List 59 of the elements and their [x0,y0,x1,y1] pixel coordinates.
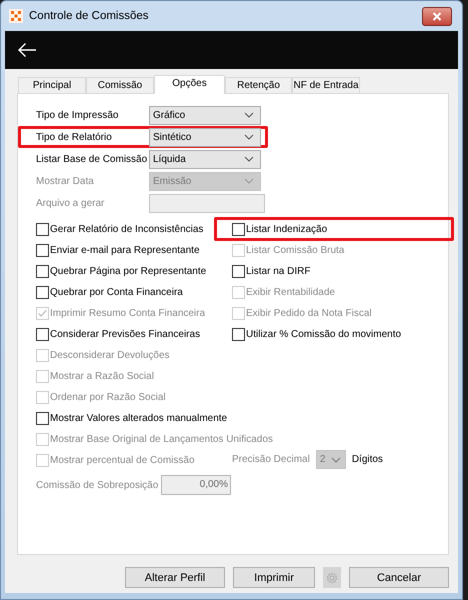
checkbox-label: Listar Comissão Bruta [246,244,344,256]
checkbox-label: Mostrar Valores alterados manualmente [50,412,228,424]
dropdown[interactable]: Gráfico [149,106,261,124]
dropdown[interactable]: Sintético [149,128,261,146]
field-label: Mostrar Data [36,176,95,186]
checkbox-label: Exibir Pedido da Nota Fiscal [246,308,372,318]
tab[interactable]: Retenção [225,77,292,93]
caret-icon [244,178,254,184]
caret-icon [330,456,341,462]
field-label: Arquivo a gerar [36,198,106,208]
checkbox-label: Quebrar Página por Representante [50,266,206,276]
checkbox[interactable] [36,264,49,278]
button[interactable]: Alterar Perfil [125,567,225,588]
close-button[interactable] [422,6,452,26]
checkbox-label: Desconsiderar Devoluções [50,350,170,360]
input-field[interactable]: 0,00% [161,475,231,495]
checkbox[interactable] [36,222,49,236]
field-label: Comissão de Sobreposição [36,480,160,490]
checkbox[interactable] [36,328,49,340]
checkbox-label: Mostrar percentual de Comissão [50,454,195,466]
field-label: Tipo de Relatório [36,132,113,142]
tab[interactable]: Comissão [86,77,154,93]
check-icon [37,308,48,318]
tab[interactable]: Opções [154,75,225,94]
checkbox-label: Listar na DIRF [246,266,310,276]
dropdown[interactable]: Líquida [149,150,261,168]
field-label: Tipo de Impressão [36,110,120,120]
checkbox[interactable] [36,412,49,424]
tab[interactable]: Principal [18,77,86,93]
checkbox-label: Mostrar Base Original de Lançamentos Unificados [50,434,273,444]
caret-icon [244,156,254,162]
checkbox-label: Ordenar por Razão Social [50,392,166,402]
checkbox-label: Gerar Relatório de Inconsistências [50,224,204,234]
button[interactable]: Imprimir [233,567,315,588]
checkbox[interactable] [232,222,245,236]
field-label: Precisão Decimal [232,454,310,465]
back-arrow-icon[interactable] [17,42,37,58]
checkbox-label: Enviar e-mail para Representante [50,244,200,256]
window-title: Controle de Comissões [29,10,149,22]
app-icon [9,9,23,23]
checkbox[interactable] [36,244,49,256]
caret-icon [244,134,254,140]
checkbox-label: Imprimir Resumo Conta Financeira [50,308,206,318]
caret-icon [244,112,254,118]
close-icon [432,12,442,20]
checkbox[interactable] [232,328,245,340]
checkbox-label: Considerar Previsões Financeiras [50,328,200,340]
button[interactable]: Cancelar [349,567,449,588]
gear-icon [326,572,338,584]
checkbox[interactable] [232,264,245,278]
checkbox-label: Quebrar por Conta Financeira [50,286,183,298]
checkbox[interactable] [36,286,49,298]
unit-label: Dígitos [352,454,383,465]
tab[interactable]: NF de Entrada [292,77,360,93]
checkbox-label: Mostrar a Razão Social [50,370,154,382]
checkbox-label: Utilizar % Comissão do movimento [246,328,402,340]
checkbox-label: Exibir Rentabilidade [246,286,335,298]
checkbox-label: Listar Indenização [246,224,328,234]
field-label: Listar Base de Comissão [36,154,148,164]
